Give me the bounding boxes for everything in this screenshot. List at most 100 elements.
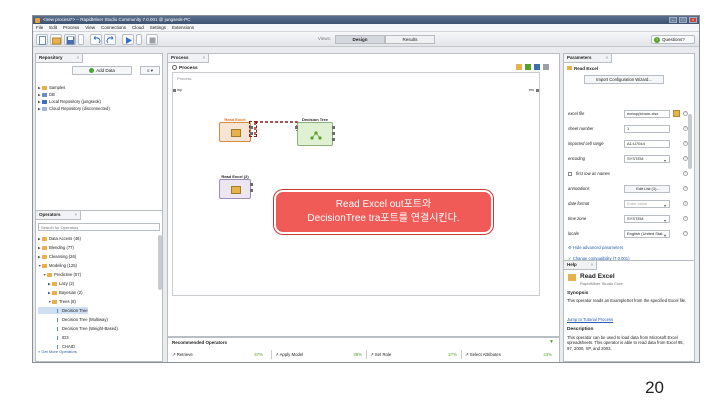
collapse-icon[interactable]: ▼ [549,339,555,345]
help-icon[interactable]: ? [683,201,688,206]
operator-folder[interactable]: ▼ Modeling (125) [38,262,77,269]
folder-icon[interactable] [673,110,680,117]
run-dropdown-button[interactable] [136,34,142,45]
parameters-tab[interactable]: Parameters × [564,54,613,63]
open-button[interactable] [50,34,62,45]
get-more-operators-link[interactable]: » Get More Operators [38,349,77,354]
operator-search-input[interactable] [38,223,160,231]
recommended-item-select-attributes[interactable]: ↗ Select Attributes 23% [461,350,556,359]
operator-folder[interactable]: ▶ Lazy (2) [38,280,74,287]
menu-view[interactable]: View [84,25,96,30]
operator-decision-tree[interactable]: Decision Tree [295,117,335,146]
close-button[interactable]: × [689,17,697,23]
import-configuration-wizard-button[interactable]: Import Configuration Wizard... [584,75,664,84]
parameter-input[interactable]: ecrtop(tchum.xlsx [624,110,670,118]
operator-folder[interactable]: ▶ Blending (77) [38,244,74,251]
process-tab[interactable]: Process × [168,54,210,63]
repo-item-samples[interactable]: ▶ Samples [38,84,65,91]
help-tab[interactable]: Help × [564,261,598,270]
close-icon[interactable]: × [77,55,80,60]
output-port-mod[interactable] [332,126,335,129]
tab-results[interactable]: Results [385,35,435,44]
output-port-out[interactable] [250,183,253,186]
operator-item[interactable]: ID3 [38,334,69,341]
repo-item-cloud[interactable]: ▶ Cloud Repository (disconnected) [38,105,110,112]
operator-folder[interactable]: ▶ Bayesian (2) [38,289,83,296]
redo-button[interactable] [104,34,116,45]
chevron-down-icon[interactable]: ▾ [664,216,666,226]
questions-button[interactable]: ? Questions? [651,35,695,44]
maximize-button[interactable]: □ [679,17,687,23]
recommended-item-retrieve[interactable]: ↗ Retrieve 67% [172,350,267,359]
operator-folder[interactable]: ▼ Predictive (57) [38,271,81,278]
input-port[interactable] [173,89,176,92]
input-port-tra[interactable] [295,126,298,129]
zoom-icon[interactable] [534,64,540,70]
save-button[interactable] [64,34,76,45]
recommended-item-set-role[interactable]: ↗ Set Role 27% [366,350,461,359]
operator-item[interactable]: Decision Tree [38,307,88,314]
new-process-button[interactable] [36,34,48,45]
operator-folder[interactable]: ▶ Data Access (46) [38,235,81,242]
recommended-item-apply-model[interactable]: ↗ Apply Model 38% [271,350,366,359]
operator-folder[interactable]: ▼ Trees (8) [38,298,76,305]
parameter-checkbox[interactable] [568,172,572,176]
help-icon[interactable]: ? [683,216,688,221]
operator-decision-tree-label: Decision Tree [301,117,328,122]
output-port-2[interactable] [250,189,253,192]
menu-connections[interactable]: Connections [100,25,127,30]
chevron-down-icon[interactable]: ▾ [664,201,666,211]
chevron-down-icon[interactable]: ▾ [664,156,666,166]
scrollbar[interactable] [688,114,692,169]
add-data-button[interactable]: Add Data [72,66,132,75]
process-canvas[interactable]: Process inp res Read Excel Decision Tree [172,72,540,296]
folder-icon [42,254,47,259]
operator-label: ID3 [62,335,69,340]
undo-button[interactable] [90,34,102,45]
help-icon[interactable]: ? [683,231,688,236]
menu-settings[interactable]: Settings [149,25,167,30]
close-icon[interactable]: × [203,55,206,60]
auto-wire-icon[interactable] [516,64,522,70]
menu-cloud[interactable]: Cloud [131,25,145,30]
output-port-wei[interactable] [332,138,335,141]
save-dropdown-button[interactable] [78,34,84,45]
options-icon[interactable] [543,64,549,70]
scrollbar[interactable] [158,235,162,290]
stop-button[interactable] [146,34,158,45]
operator-label: Data Access (46) [49,236,81,241]
help-icon[interactable]: ? [683,171,688,176]
operator-read-excel-2[interactable]: Read Excel (2) [219,174,253,199]
menu-extensions[interactable]: Extensions [171,25,195,30]
operators-tab[interactable]: Operators × [36,211,82,220]
window-title: <new process*> – RapidMiner Studio Commu… [43,17,191,22]
tutorial-process-link[interactable]: Jump to Tutorial Process [567,317,613,322]
menu-file[interactable]: File [35,25,44,30]
parameter-button[interactable]: Edit List (1)... [624,185,670,193]
minimize-button[interactable]: – [669,17,677,23]
repository-menu-button[interactable]: ≡ ▾ [140,66,160,75]
repo-item-db[interactable]: ▶ DB [38,91,55,98]
close-icon[interactable]: × [591,262,594,267]
result-port[interactable] [536,89,539,92]
operator-read-excel[interactable]: Read Excel [219,117,253,142]
operator-item[interactable]: Decision Tree (Weight-Based) [38,325,118,332]
operator-folder[interactable]: ▶ Cleansing (26) [38,253,76,260]
chevron-down-icon[interactable]: ▾ [664,231,666,241]
operator-item[interactable]: Decision Tree (Multiway) [38,316,108,323]
hide-advanced-link[interactable]: ⚙ Hide advanced parameters [568,245,623,250]
output-port-exa[interactable] [332,132,335,135]
run-button[interactable] [122,34,134,45]
menu-process[interactable]: Process [62,25,80,30]
repo-item-local[interactable]: ▶ Local Repository (jungseok) [38,98,101,105]
repository-tab[interactable]: Repository × [36,54,84,63]
help-icon[interactable]: ? [683,186,688,191]
parameter-input[interactable]: A1:U7044 [624,140,670,148]
arrange-icon[interactable] [525,64,531,70]
operator-label: Trees (8) [59,299,76,304]
close-icon[interactable]: × [75,212,78,217]
close-icon[interactable]: × [606,55,609,60]
parameter-input[interactable]: 1 [624,125,670,133]
tab-design[interactable]: Design [335,35,385,44]
menu-edit[interactable]: Edit [48,25,58,30]
